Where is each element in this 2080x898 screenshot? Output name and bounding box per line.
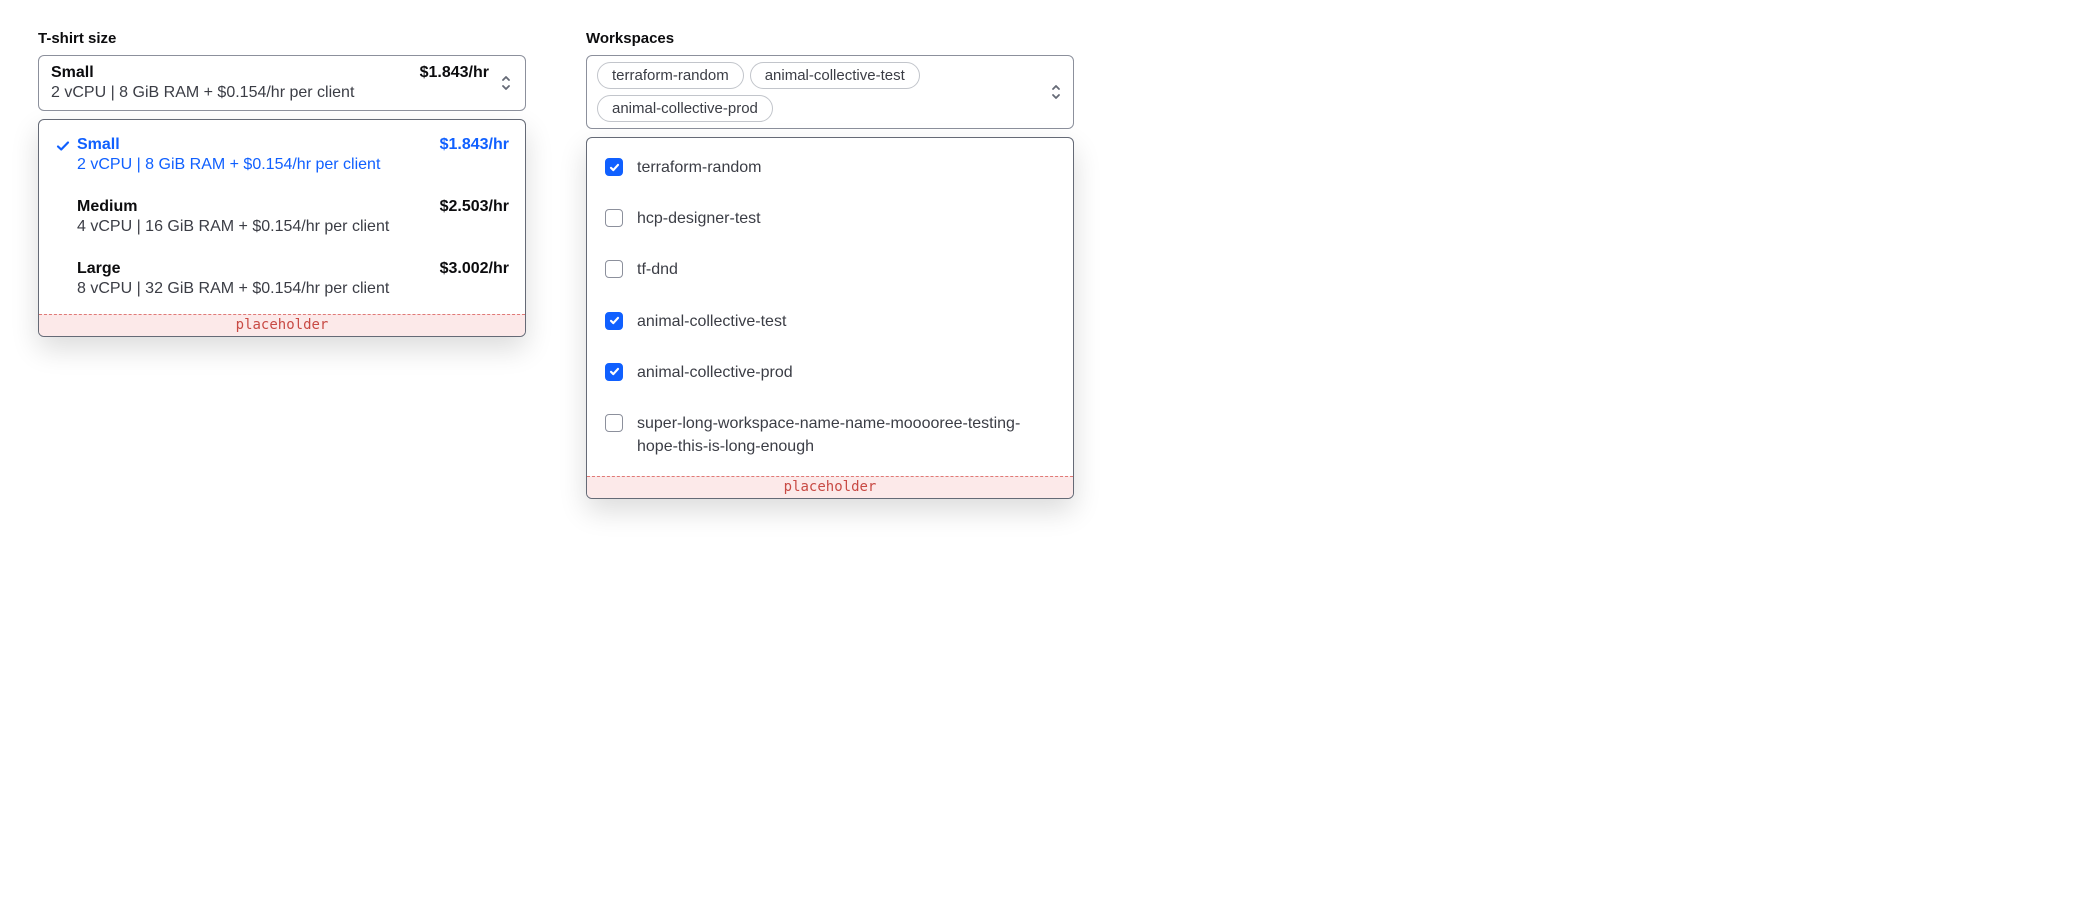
- option-subtitle: 4 vCPU | 16 GiB RAM + $0.154/hr per clie…: [77, 218, 428, 236]
- workspace-option-label: hcp-designer-test: [637, 207, 761, 230]
- option-title: Large: [77, 260, 428, 278]
- option-price: $3.002/hr: [440, 260, 509, 278]
- option-price: $1.843/hr: [440, 136, 509, 154]
- workspace-option-label: tf-dnd: [637, 258, 678, 281]
- workspace-option-label: animal-collective-test: [637, 310, 786, 333]
- workspace-option[interactable]: animal-collective-test: [587, 296, 1073, 347]
- workspace-option[interactable]: animal-collective-prod: [587, 347, 1073, 398]
- selected-option-price: $1.843/hr: [420, 64, 489, 82]
- selected-option-title: Small: [51, 64, 408, 82]
- workspaces-label: Workspaces: [586, 30, 1074, 47]
- chevron-up-down-icon: [1049, 83, 1063, 101]
- check-icon: [49, 136, 77, 154]
- tshirt-size-dropdown: Small 2 vCPU | 8 GiB RAM + $0.154/hr per …: [38, 119, 526, 337]
- workspace-option-label: animal-collective-prod: [637, 361, 793, 384]
- option-title: Medium: [77, 198, 428, 216]
- workspaces-select-trigger[interactable]: terraform-randomanimal-collective-test an…: [586, 55, 1074, 129]
- checkbox-icon: [605, 414, 623, 432]
- size-option-medium[interactable]: Medium 4 vCPU | 16 GiB RAM + $0.154/hr pe…: [39, 186, 525, 248]
- workspaces-dropdown: terraform-random hcp-designer-test tf-dnd a…: [586, 137, 1074, 499]
- workspace-option[interactable]: hcp-designer-test: [587, 193, 1073, 244]
- tshirt-size-select-trigger[interactable]: Small 2 vCPU | 8 GiB RAM + $0.154/hr per…: [38, 55, 526, 111]
- check-icon: [49, 260, 77, 262]
- tshirt-size-field: T-shirt size Small 2 vCPU | 8 GiB RAM + …: [38, 30, 526, 337]
- selected-option-subtitle: 2 vCPU | 8 GiB RAM + $0.154/hr per clien…: [51, 84, 408, 102]
- checkbox-icon: [605, 260, 623, 278]
- workspace-option[interactable]: super-long-workspace-name-name-mooooree-…: [587, 398, 1073, 472]
- check-icon: [49, 198, 77, 200]
- selected-chip[interactable]: animal-collective-prod: [597, 95, 773, 122]
- workspaces-field: Workspaces terraform-randomanimal-collec…: [586, 30, 1074, 499]
- checkbox-icon: [605, 209, 623, 227]
- size-option-large[interactable]: Large 8 vCPU | 32 GiB RAM + $0.154/hr per…: [39, 248, 525, 310]
- placeholder-bar: placeholder: [39, 314, 525, 336]
- checkbox-icon: [605, 312, 623, 330]
- workspace-option-label: terraform-random: [637, 156, 761, 179]
- workspace-option-label: super-long-workspace-name-name-mooooree-…: [637, 412, 1055, 458]
- option-price: $2.503/hr: [440, 198, 509, 216]
- size-option-small[interactable]: Small 2 vCPU | 8 GiB RAM + $0.154/hr per …: [39, 124, 525, 186]
- selected-chip[interactable]: animal-collective-test: [750, 62, 920, 89]
- workspace-option[interactable]: tf-dnd: [587, 244, 1073, 295]
- workspace-option[interactable]: terraform-random: [587, 142, 1073, 193]
- checkbox-icon: [605, 158, 623, 176]
- checkbox-icon: [605, 363, 623, 381]
- placeholder-bar: placeholder: [587, 476, 1073, 498]
- option-subtitle: 8 vCPU | 32 GiB RAM + $0.154/hr per clie…: [77, 280, 428, 298]
- selected-chip[interactable]: terraform-random: [597, 62, 744, 89]
- chevron-up-down-icon: [499, 74, 513, 92]
- tshirt-size-label: T-shirt size: [38, 30, 526, 47]
- option-title: Small: [77, 136, 428, 154]
- option-subtitle: 2 vCPU | 8 GiB RAM + $0.154/hr per clien…: [77, 156, 428, 174]
